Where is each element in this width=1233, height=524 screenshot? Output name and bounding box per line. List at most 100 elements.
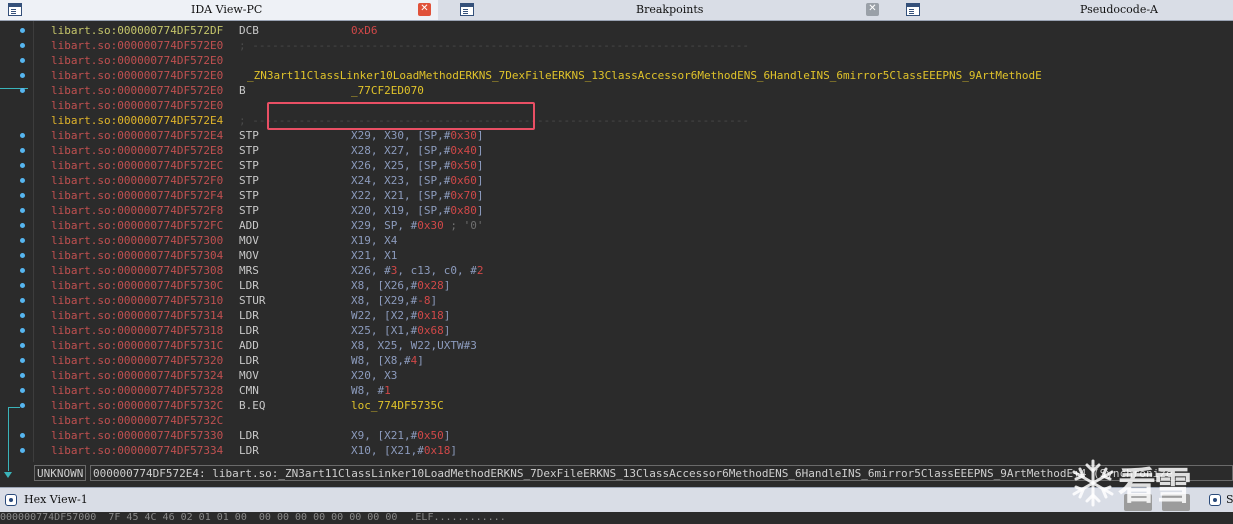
breakpoint-dot-icon[interactable] [20, 358, 25, 363]
breakpoint-dot-icon[interactable] [20, 343, 25, 348]
code-line[interactable]: libart.so:000000774DF57328 CMN W8, #1 [51, 383, 391, 398]
code-address[interactable]: libart.so:000000774DF572F0 [51, 174, 223, 187]
code-mnemonic[interactable]: STP [239, 188, 259, 203]
code-operands[interactable]: X26, #3, c13, c0, #2 [351, 263, 483, 278]
code-address[interactable]: libart.so:000000774DF57308 [51, 264, 223, 277]
code-operands[interactable]: X9, [X21,#0x50] [351, 428, 450, 443]
code-address[interactable]: libart.so:000000774DF572EC [51, 159, 223, 172]
code-mnemonic[interactable]: STP [239, 128, 259, 143]
code-mnemonic[interactable]: MOV [239, 248, 259, 263]
code-mnemonic[interactable]: STP [239, 158, 259, 173]
code-operands[interactable]: loc_774DF5735C [351, 398, 444, 413]
close-icon[interactable]: ✕ [418, 3, 431, 16]
code-line[interactable]: libart.so:000000774DF572EC STP X26, X25, [… [51, 158, 483, 173]
code-line[interactable]: libart.so:000000774DF572F8 STP X20, X19, [… [51, 203, 483, 218]
code-operands[interactable]: X10, [X21,#0x18] [351, 443, 457, 458]
code-address[interactable]: libart.so:000000774DF57300 [51, 234, 223, 247]
code-address[interactable]: libart.so:000000774DF57334 [51, 444, 223, 457]
code-address[interactable]: libart.so:000000774DF5730C [51, 279, 223, 292]
code-line[interactable]: libart.so:000000774DF57300 MOV X19, X4 [51, 233, 397, 248]
code-operands[interactable]: _ZN3art11ClassLinker10LoadMethodERKNS_7D… [247, 68, 1042, 83]
code-line[interactable]: libart.so:000000774DF572E4 STP X29, X30, [… [51, 128, 483, 143]
code-line[interactable]: libart.so:000000774DF572E0 _ZN3art11Class… [51, 68, 1042, 83]
tab-ida-view-pc[interactable]: IDA View-PC ✕ [0, 0, 438, 20]
code-address[interactable]: libart.so:000000774DF57318 [51, 324, 223, 337]
breakpoint-dot-icon[interactable] [20, 313, 25, 318]
breakpoint-dot-icon[interactable] [20, 28, 25, 33]
code-mnemonic[interactable]: MOV [239, 368, 259, 383]
breakpoint-dot-icon[interactable] [20, 238, 25, 243]
tab-hex-view[interactable]: Hex View-1 [24, 493, 88, 506]
code-operands[interactable]: X29, SP, #0x30 ; '0' [351, 218, 483, 233]
breakpoint-dot-icon[interactable] [20, 283, 25, 288]
code-address[interactable]: libart.so:000000774DF57328 [51, 384, 223, 397]
breakpoint-dot-icon[interactable] [20, 328, 25, 333]
code-line[interactable]: libart.so:000000774DF57318 LDR X25, [X1,#0… [51, 323, 450, 338]
code-mnemonic[interactable]: LDR [239, 428, 259, 443]
code-line[interactable]: libart.so:000000774DF572FC ADD X29, SP, #0… [51, 218, 483, 233]
breakpoint-dot-icon[interactable] [20, 433, 25, 438]
breakpoint-dot-icon[interactable] [20, 178, 25, 183]
code-line[interactable]: libart.so:000000774DF5730C LDR X8, [X26,#0… [51, 278, 450, 293]
code-address[interactable]: libart.so:000000774DF572E0 [51, 39, 223, 52]
code-operands[interactable]: W22, [X2,#0x18] [351, 308, 450, 323]
breakpoint-dot-icon[interactable] [20, 403, 25, 408]
breakpoint-dot-icon[interactable] [20, 43, 25, 48]
breakpoint-dot-icon[interactable] [20, 268, 25, 273]
code-operands[interactable]: X22, X21, [SP,#0x70] [351, 188, 483, 203]
code-address[interactable]: libart.so:000000774DF572E0 [51, 99, 223, 112]
code-address[interactable]: libart.so:000000774DF5731C [51, 339, 223, 352]
breakpoint-dot-icon[interactable] [20, 193, 25, 198]
code-line[interactable]: libart.so:000000774DF5732C [51, 413, 223, 428]
code-mnemonic[interactable]: ADD [239, 218, 259, 233]
code-gutter[interactable] [0, 21, 34, 478]
code-mnemonic[interactable]: CMN [239, 383, 259, 398]
disassembly-view[interactable]: libart.so:000000774DF572DF DCB 0xD6 libart.… [34, 21, 1233, 462]
code-mnemonic[interactable]: STUR [239, 293, 266, 308]
code-address[interactable]: libart.so:000000774DF57304 [51, 249, 223, 262]
breakpoint-dot-icon[interactable] [20, 223, 25, 228]
code-operands[interactable]: X20, X19, [SP,#0x80] [351, 203, 483, 218]
code-mnemonic[interactable]: LDR [239, 308, 259, 323]
code-mnemonic[interactable]: STP [239, 203, 259, 218]
code-symbol[interactable]: loc_774DF5735C [351, 399, 444, 412]
code-line[interactable]: libart.so:000000774DF57320 LDR W8, [X8,#4] [51, 353, 424, 368]
code-address[interactable]: libart.so:000000774DF572E0 [51, 54, 223, 67]
code-mnemonic[interactable]: MRS [239, 263, 259, 278]
code-line[interactable]: libart.so:000000774DF57330 LDR X9, [X21,#0… [51, 428, 450, 443]
code-line[interactable]: libart.so:000000774DF57314 LDR W22, [X2,#0… [51, 308, 450, 323]
code-mnemonic[interactable]: LDR [239, 353, 259, 368]
code-mnemonic[interactable]: B.EQ [239, 398, 266, 413]
breakpoint-dot-icon[interactable] [20, 73, 25, 78]
code-operands[interactable]: X25, [X1,#0x68] [351, 323, 450, 338]
code-address[interactable]: libart.so:000000774DF572F4 [51, 189, 223, 202]
code-operands[interactable]: X24, X23, [SP,#0x60] [351, 173, 483, 188]
code-address[interactable]: libart.so:000000774DF5732C [51, 414, 223, 427]
code-address[interactable]: libart.so:000000774DF572DF [51, 24, 223, 37]
breakpoint-dot-icon[interactable] [20, 388, 25, 393]
code-line[interactable]: libart.so:000000774DF57308 MRS X26, #3, c1… [51, 263, 483, 278]
code-mnemonic[interactable]: LDR [239, 323, 259, 338]
code-address[interactable]: libart.so:000000774DF57324 [51, 369, 223, 382]
breakpoint-dot-icon[interactable] [20, 133, 25, 138]
code-operands[interactable]: 0xD6 [351, 23, 378, 38]
code-address[interactable]: libart.so:000000774DF572E0 [51, 69, 223, 82]
code-line[interactable]: libart.so:000000774DF57334 LDR X10, [X21,#… [51, 443, 457, 458]
breakpoint-dot-icon[interactable] [20, 88, 25, 93]
code-operands[interactable]: X28, X27, [SP,#0x40] [351, 143, 483, 158]
code-line[interactable]: libart.so:000000774DF572E0 B _77CF2ED070 [51, 83, 424, 98]
code-mnemonic[interactable]: DCB [239, 23, 259, 38]
code-line[interactable]: libart.so:000000774DF57324 MOV X20, X3 [51, 368, 397, 383]
code-address[interactable]: libart.so:000000774DF572E4 [51, 114, 223, 127]
breakpoint-dot-icon[interactable] [20, 448, 25, 453]
code-operands[interactable]: ; --------------------------------------… [239, 38, 749, 53]
breakpoint-dot-icon[interactable] [20, 148, 25, 153]
close-icon[interactable]: ✕ [866, 3, 879, 16]
code-mnemonic[interactable]: STP [239, 173, 259, 188]
code-operands[interactable]: X19, X4 [351, 233, 397, 248]
code-mnemonic[interactable]: MOV [239, 233, 259, 248]
code-address[interactable]: libart.so:000000774DF5732C [51, 399, 223, 412]
code-operands[interactable]: W8, [X8,#4] [351, 353, 424, 368]
code-address[interactable]: libart.so:000000774DF57330 [51, 429, 223, 442]
code-address[interactable]: libart.so:000000774DF572E4 [51, 129, 223, 142]
